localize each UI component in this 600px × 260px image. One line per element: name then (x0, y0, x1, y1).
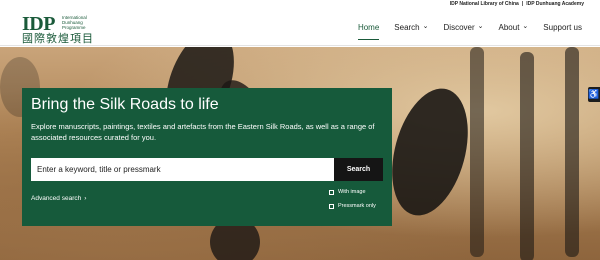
nav-discover[interactable]: Discover ⌄ (444, 8, 484, 46)
hero-title: Bring the Silk Roads to life (31, 96, 219, 113)
hero-description: Explore manuscripts, paintings, textiles… (31, 122, 375, 142)
calligraphy-stroke (565, 47, 579, 257)
accessibility-icon[interactable]: ♿ (588, 87, 600, 102)
chevron-down-icon: ⌄ (422, 23, 429, 30)
separator: | (521, 1, 524, 7)
hero-search-card: Bring the Silk Roads to life Explore man… (22, 88, 392, 226)
main-nav: Home Search ⌄ Discover ⌄ About ⌄ Support us (357, 8, 582, 46)
nav-about[interactable]: About ⌄ (499, 8, 529, 46)
nlc-link[interactable]: IDP National Library of China (450, 1, 519, 7)
nav-search[interactable]: Search ⌄ (394, 8, 428, 46)
logo-wordmark: IDP (22, 13, 55, 35)
checkbox-icon (329, 203, 334, 209)
logo-tagline: International Dunhuang Programme (62, 15, 87, 30)
advanced-search-label: Advanced search (31, 195, 82, 202)
chevron-down-icon: ⌄ (522, 23, 529, 30)
advanced-search-link[interactable]: Advanced search › (31, 195, 86, 202)
search-input[interactable]: Enter a keyword, title or pressmark (31, 158, 334, 181)
nav-support-us[interactable]: Support us (543, 8, 582, 46)
with-image-label: With image (338, 189, 366, 195)
nav-discover-label: Discover (443, 22, 475, 32)
site-logo[interactable]: IDP International Dunhuang Programme 國際敦… (22, 13, 132, 45)
logo-chinese: 國際敦煌項目 (22, 32, 94, 45)
calligraphy-stroke (470, 47, 484, 257)
utility-bar: IDP National Library of China | IDP Dunhua… (0, 0, 600, 8)
site-header: IDP International Dunhuang Programme 國際敦… (0, 8, 600, 46)
with-image-checkbox[interactable]: With image (329, 189, 366, 195)
pressmark-only-checkbox[interactable]: Pressmark only (329, 203, 376, 209)
dunhuang-academy-link[interactable]: IDP Dunhuang Academy (526, 1, 584, 7)
nav-home-label: Home (357, 22, 380, 32)
pressmark-only-label: Pressmark only (338, 203, 376, 209)
nav-search-label: Search (394, 22, 420, 32)
calligraphy-stroke (379, 80, 481, 224)
chevron-down-icon: ⌄ (477, 23, 484, 30)
nav-home[interactable]: Home (357, 8, 380, 46)
search-button[interactable]: Search (334, 158, 383, 181)
calligraphy-stroke (520, 52, 534, 260)
partner-links: IDP National Library of China | IDP Dunhua… (450, 1, 584, 7)
checkbox-icon (329, 189, 334, 195)
nav-about-label: About (498, 22, 520, 32)
chevron-right-icon: › (84, 195, 87, 202)
nav-support-label: Support us (543, 22, 582, 32)
